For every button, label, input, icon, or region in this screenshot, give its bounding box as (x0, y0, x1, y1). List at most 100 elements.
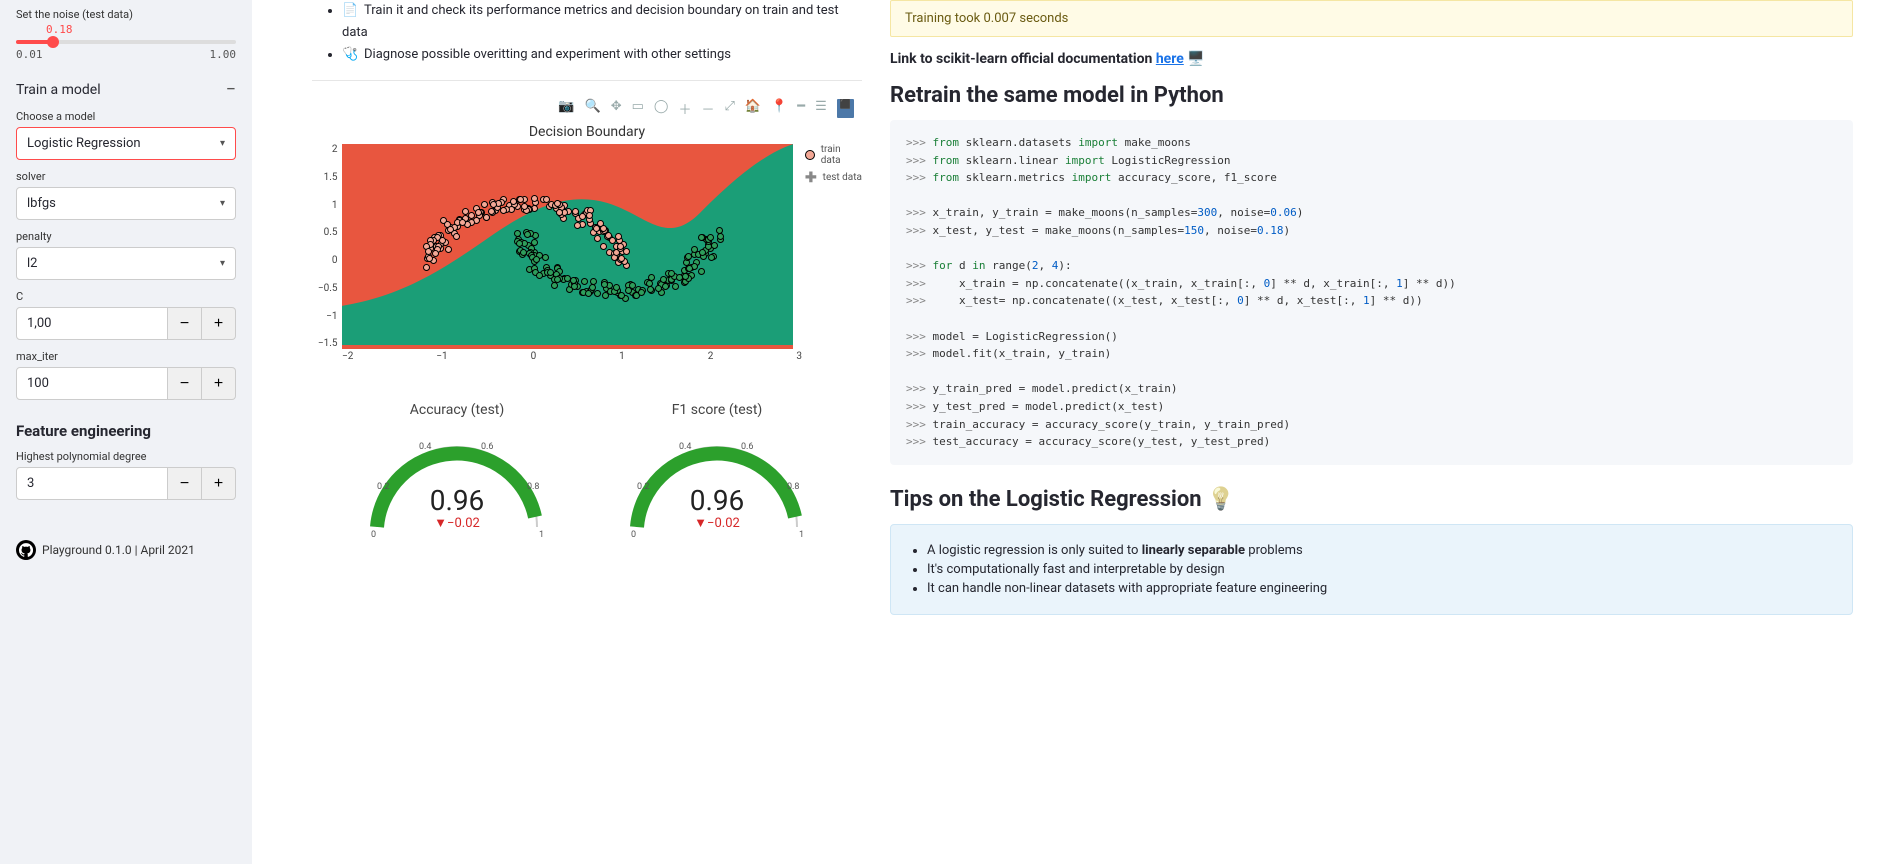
data-point (589, 284, 596, 291)
doc-icon: 📄 (342, 0, 358, 22)
c-increment[interactable]: + (202, 307, 236, 340)
data-point (536, 272, 543, 279)
divider (312, 80, 862, 81)
decision-boundary-chart[interactable]: Decision Boundary 2 1.5 1 0.5 0 −0.5 −1 … (312, 124, 862, 362)
svg-text:0: 0 (371, 530, 376, 540)
sidebar-footer: Playground 0.1.0 | April 2021 (16, 540, 236, 560)
sidebar: Set the noise (test data) 0.18 0.01 1.00… (0, 0, 252, 864)
data-point (574, 222, 581, 229)
data-point (517, 196, 524, 203)
data-point (521, 203, 528, 210)
poly-increment[interactable]: + (202, 467, 236, 500)
svg-text:0.2: 0.2 (377, 482, 390, 492)
retrain-header: Retrain the same model in Python (890, 83, 1853, 108)
tip-item: It's computationally fast and interpreta… (927, 562, 1834, 577)
data-point (686, 265, 693, 272)
data-point (586, 212, 593, 219)
x-axis: −2 −1 0 1 2 3 (342, 351, 802, 362)
reset-icon[interactable]: 🏠 (745, 99, 761, 118)
maxiter-decrement[interactable]: − (168, 367, 202, 400)
zoom-in-icon[interactable]: ＋ (678, 99, 691, 118)
c-label: C (16, 290, 236, 303)
solver-select[interactable]: lbfgs ▾ (16, 187, 236, 220)
data-point (708, 254, 715, 261)
data-point (594, 290, 601, 297)
chevron-down-icon: ▾ (220, 258, 225, 269)
svg-text:0.8: 0.8 (787, 482, 800, 492)
model-select[interactable]: Logistic Regression ▾ (16, 127, 236, 160)
lasso-icon[interactable]: ◯ (654, 99, 669, 118)
y-axis: 2 1.5 1 0.5 0 −0.5 −1 −1.5 (312, 144, 342, 349)
collapse-icon: − (226, 79, 236, 100)
feature-engineering-header: Feature engineering (16, 422, 236, 440)
svg-text:0.6: 0.6 (481, 442, 494, 452)
data-point (510, 198, 517, 205)
data-point (571, 283, 578, 290)
data-point (556, 209, 563, 216)
doc-link[interactable]: here (1156, 51, 1184, 67)
data-point (638, 289, 645, 296)
data-point (672, 283, 679, 290)
data-point (459, 219, 466, 226)
data-point (668, 270, 675, 277)
svg-text:0: 0 (631, 530, 636, 540)
autoscale-icon[interactable]: ⤢ (725, 99, 735, 118)
svg-text:1: 1 (799, 530, 804, 540)
svg-text:0.4: 0.4 (679, 442, 692, 452)
tip-item: It can handle non-linear datasets with a… (927, 581, 1834, 596)
penalty-select[interactable]: l2 ▾ (16, 247, 236, 280)
data-point (516, 240, 523, 247)
c-stepper[interactable]: 1,00 − + (16, 307, 236, 340)
tips-header: Tips on the Logistic Regression 💡 (890, 487, 1853, 512)
accuracy-gauge: Accuracy (test) 00.2 0.40.6 0.81 0.96 ▼−… (347, 402, 567, 531)
data-point (475, 209, 482, 216)
box-select-icon[interactable]: ▭ (632, 99, 644, 118)
zoom-icon[interactable]: 🔍 (585, 99, 601, 118)
camera-icon[interactable]: 📷 (558, 99, 574, 118)
intro-bullets: 📄Train it and check its performance metr… (312, 0, 862, 66)
data-point (543, 196, 550, 203)
pan-icon[interactable]: ✥ (611, 99, 622, 118)
poly-degree-label: Highest polynomial degree (16, 450, 236, 463)
chart-legend: train data ✚test data (805, 144, 862, 349)
spike-icon[interactable]: 📍 (771, 99, 787, 118)
data-point (613, 284, 620, 291)
data-point (618, 255, 625, 262)
data-point (662, 283, 669, 290)
zoom-out-icon[interactable]: － (702, 99, 715, 118)
cross-icon: ✚ (805, 173, 817, 183)
maxiter-stepper[interactable]: 100 − + (16, 367, 236, 400)
svg-text:0.8: 0.8 (527, 482, 540, 492)
data-point (488, 208, 495, 215)
noise-max: 1.00 (210, 48, 237, 61)
code-block: >>> from sklearn.datasets import make_mo… (890, 120, 1853, 465)
poly-stepper[interactable]: 3 − + (16, 467, 236, 500)
data-point (453, 233, 460, 240)
data-point (483, 214, 490, 221)
training-time-banner: ⤢ Training took 0.007 seconds (890, 0, 1853, 37)
chart-title: Decision Boundary (312, 124, 862, 140)
hover-icon[interactable]: ━ (797, 99, 805, 118)
train-model-section[interactable]: Train a model − (16, 79, 236, 100)
maxiter-increment[interactable]: + (202, 367, 236, 400)
monitor-icon: 🖥️ (1187, 51, 1204, 67)
github-icon[interactable] (16, 540, 36, 560)
compare-icon[interactable]: ☰ (815, 99, 827, 118)
penalty-label: penalty (16, 230, 236, 243)
tips-box: A logistic regression is only suited to … (890, 524, 1853, 615)
data-point (717, 233, 724, 240)
maxiter-label: max_iter (16, 350, 236, 363)
noise-test-slider[interactable]: Set the noise (test data) 0.18 0.01 1.00 (16, 8, 236, 61)
data-point (691, 246, 698, 253)
chevron-down-icon: ▾ (220, 198, 225, 209)
poly-decrement[interactable]: − (168, 467, 202, 500)
tip-item: A logistic regression is only suited to … (927, 543, 1834, 558)
plotly-logo-icon[interactable]: ⬛ (837, 99, 854, 118)
c-decrement[interactable]: − (168, 307, 202, 340)
plotly-toolbar: 📷 🔍 ✥ ▭ ◯ ＋ － ⤢ 🏠 📍 ━ ☰ ⬛ (312, 99, 862, 118)
noise-test-label: Set the noise (test data) (16, 8, 236, 21)
data-point (698, 234, 705, 241)
data-point (531, 239, 538, 246)
solver-label: solver (16, 170, 236, 183)
data-point (426, 255, 433, 262)
